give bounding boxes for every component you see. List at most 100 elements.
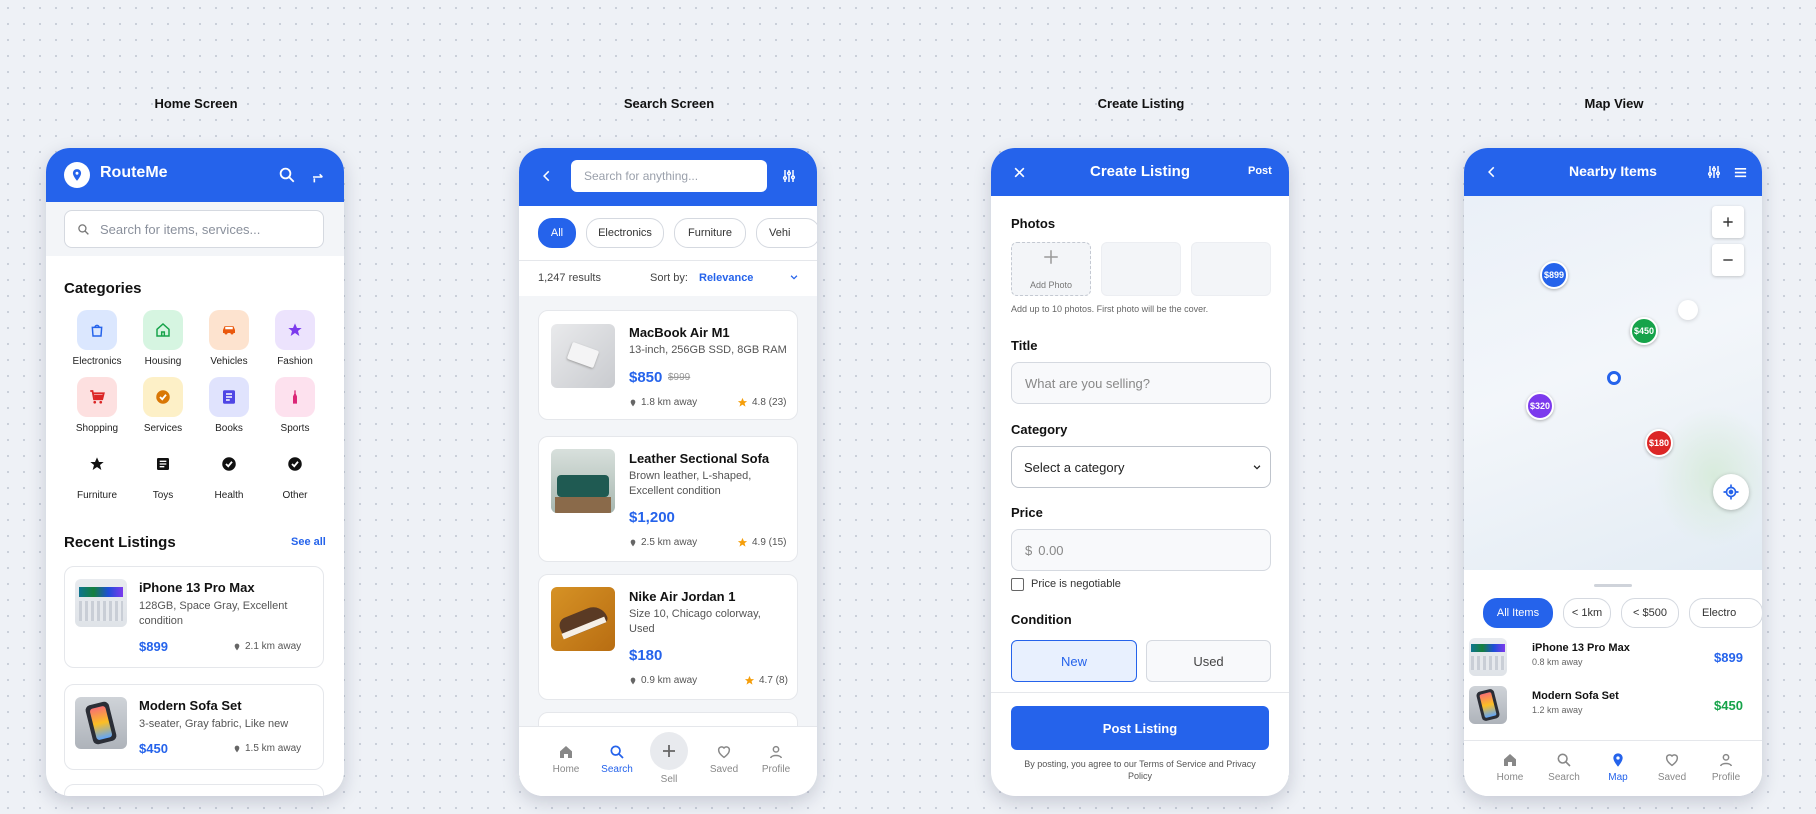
zoom-in-button[interactable] [1712, 206, 1744, 238]
tab-profile-label: Profile [1711, 772, 1741, 783]
nearby-item-price: $899 [1714, 650, 1743, 665]
tab-home[interactable]: Home [1490, 752, 1530, 783]
heart-icon [717, 746, 731, 759]
nearby-item-thumbnail [1469, 686, 1507, 724]
star-icon [77, 444, 117, 484]
price-placeholder: 0.00 [1038, 542, 1064, 558]
map-pin[interactable]: $180 [1645, 429, 1673, 457]
map-chip-distance[interactable]: < 1km [1563, 598, 1611, 628]
price-input[interactable]: $ 0.00 [1011, 529, 1271, 571]
map-header: Nearby Items [1464, 148, 1762, 196]
tab-search[interactable]: Search [597, 744, 637, 775]
listing-card[interactable]: iPhone 13 Pro Max 128GB, Space Gray, Exc… [64, 566, 324, 668]
pin-icon [234, 745, 240, 752]
category-fashion[interactable]: Fashion [262, 310, 328, 367]
locate-me-button[interactable] [1713, 474, 1749, 510]
map-pin[interactable]: $899 [1540, 261, 1568, 289]
search-icon [77, 223, 90, 236]
photo-slot[interactable] [1191, 242, 1271, 296]
plus-icon [1044, 250, 1058, 264]
category-sports[interactable]: Sports [262, 377, 328, 434]
see-all-link[interactable]: See all [291, 536, 326, 548]
tab-saved[interactable]: Saved [704, 744, 744, 775]
search-chips-divider [519, 260, 817, 261]
category-other[interactable]: Other [262, 444, 328, 501]
map-chip-electronics[interactable]: Electro [1689, 598, 1762, 628]
category-vehicles[interactable]: Vehicles [196, 310, 262, 367]
photo-slot[interactable] [1101, 242, 1181, 296]
nearby-item-thumbnail [1469, 638, 1507, 676]
map-chip-price[interactable]: < $500 [1621, 598, 1679, 628]
filter-icon[interactable] [779, 166, 799, 186]
post-listing-button[interactable]: Post Listing [1011, 706, 1269, 750]
condition-new-button[interactable]: New [1011, 640, 1137, 682]
category-furniture[interactable]: Furniture [64, 444, 130, 501]
sort-dropdown[interactable]: Relevance [699, 272, 799, 284]
tab-home[interactable]: Home [546, 744, 586, 775]
search-input[interactable]: Search for anything... [571, 160, 767, 192]
back-icon[interactable] [537, 166, 557, 186]
result-card[interactable]: MacBook Air M1 13-inch, 256GB SSD, 8GB R… [538, 310, 798, 420]
sort-label: Sort by: [650, 272, 688, 284]
filter-chip-all[interactable]: All [538, 218, 576, 248]
result-rating-text: 4.7 (8) [759, 675, 788, 686]
category-housing[interactable]: Housing [130, 310, 196, 367]
location-pin-icon [64, 162, 90, 188]
tab-saved[interactable]: Saved [1652, 752, 1692, 783]
categories-title: Categories [64, 280, 142, 297]
listing-distance-text: 1.5 km away [245, 743, 302, 754]
nearby-item-row[interactable]: Modern Sofa Set 1.2 km away $450 [1464, 684, 1762, 728]
tab-sell[interactable]: Sell [649, 732, 689, 785]
category-select[interactable]: Select a category [1011, 446, 1271, 488]
location-pin-icon [1613, 753, 1623, 767]
listing-card[interactable]: Modern Sofa Set 3-seater, Gray fabric, L… [64, 684, 324, 770]
category-label: Vehicles [210, 356, 248, 367]
result-distance-text: 2.5 km away [641, 537, 698, 548]
filter-chip-vehicles[interactable]: Vehi [756, 218, 817, 248]
title-label: Title [1011, 338, 1038, 353]
nearby-item-name: iPhone 13 Pro Max [1532, 642, 1630, 654]
add-photo-button[interactable]: Add Photo [1011, 242, 1091, 296]
map-chip-all-items[interactable]: All Items [1483, 598, 1553, 628]
house-icon [143, 310, 183, 350]
result-card[interactable]: Leather Sectional Sofa Brown leather, L-… [538, 436, 798, 562]
heart-icon [1665, 754, 1679, 767]
listing-price: $899 [139, 639, 168, 654]
chevron-down-icon [1253, 465, 1261, 470]
bottom-sheet-handle[interactable] [1594, 584, 1632, 587]
home-icon [1504, 754, 1516, 766]
menu-icon[interactable] [1730, 162, 1750, 182]
category-label: Sports [280, 423, 310, 434]
pin-icon [630, 539, 636, 546]
filter-chip-furniture[interactable]: Furniture [674, 218, 746, 248]
map-pin[interactable]: $320 [1526, 392, 1554, 420]
tab-search[interactable]: Search [1544, 752, 1584, 783]
filter-icon[interactable] [1704, 162, 1724, 182]
negotiable-checkbox[interactable] [1011, 578, 1024, 591]
result-card[interactable]: Nike Air Jordan 1 Size 10, Chicago color… [538, 574, 798, 700]
shopping-bag-icon [77, 310, 117, 350]
title-input[interactable]: What are you selling? [1011, 362, 1271, 404]
category-toys[interactable]: Toys [130, 444, 196, 501]
map-pin[interactable]: $450 [1630, 317, 1658, 345]
category-services[interactable]: Services [130, 377, 196, 434]
home-search-input[interactable]: Search for items, services... [64, 210, 324, 248]
category-health[interactable]: Health [196, 444, 262, 501]
category-electronics[interactable]: Electronics [64, 310, 130, 367]
route-icon[interactable] [308, 166, 330, 188]
tab-profile[interactable]: Profile [756, 744, 796, 775]
condition-used-button[interactable]: Used [1146, 640, 1271, 682]
tab-profile[interactable]: Profile [1706, 752, 1746, 783]
tab-map[interactable]: Map [1598, 752, 1638, 783]
category-shopping[interactable]: Shopping [64, 377, 130, 434]
search-icon[interactable] [276, 164, 298, 186]
category-books[interactable]: Books [196, 377, 262, 434]
filter-chip-electronics[interactable]: Electronics [586, 218, 664, 248]
listing-card-partial[interactable] [64, 784, 324, 796]
header-post-button[interactable]: Post [1248, 165, 1272, 177]
category-label: Housing [144, 356, 182, 367]
category-label: Fashion [277, 356, 313, 367]
nearby-item-row[interactable]: iPhone 13 Pro Max 0.8 km away $899 [1464, 636, 1762, 680]
zoom-out-button[interactable] [1712, 244, 1744, 276]
result-price: $850 [629, 369, 663, 386]
